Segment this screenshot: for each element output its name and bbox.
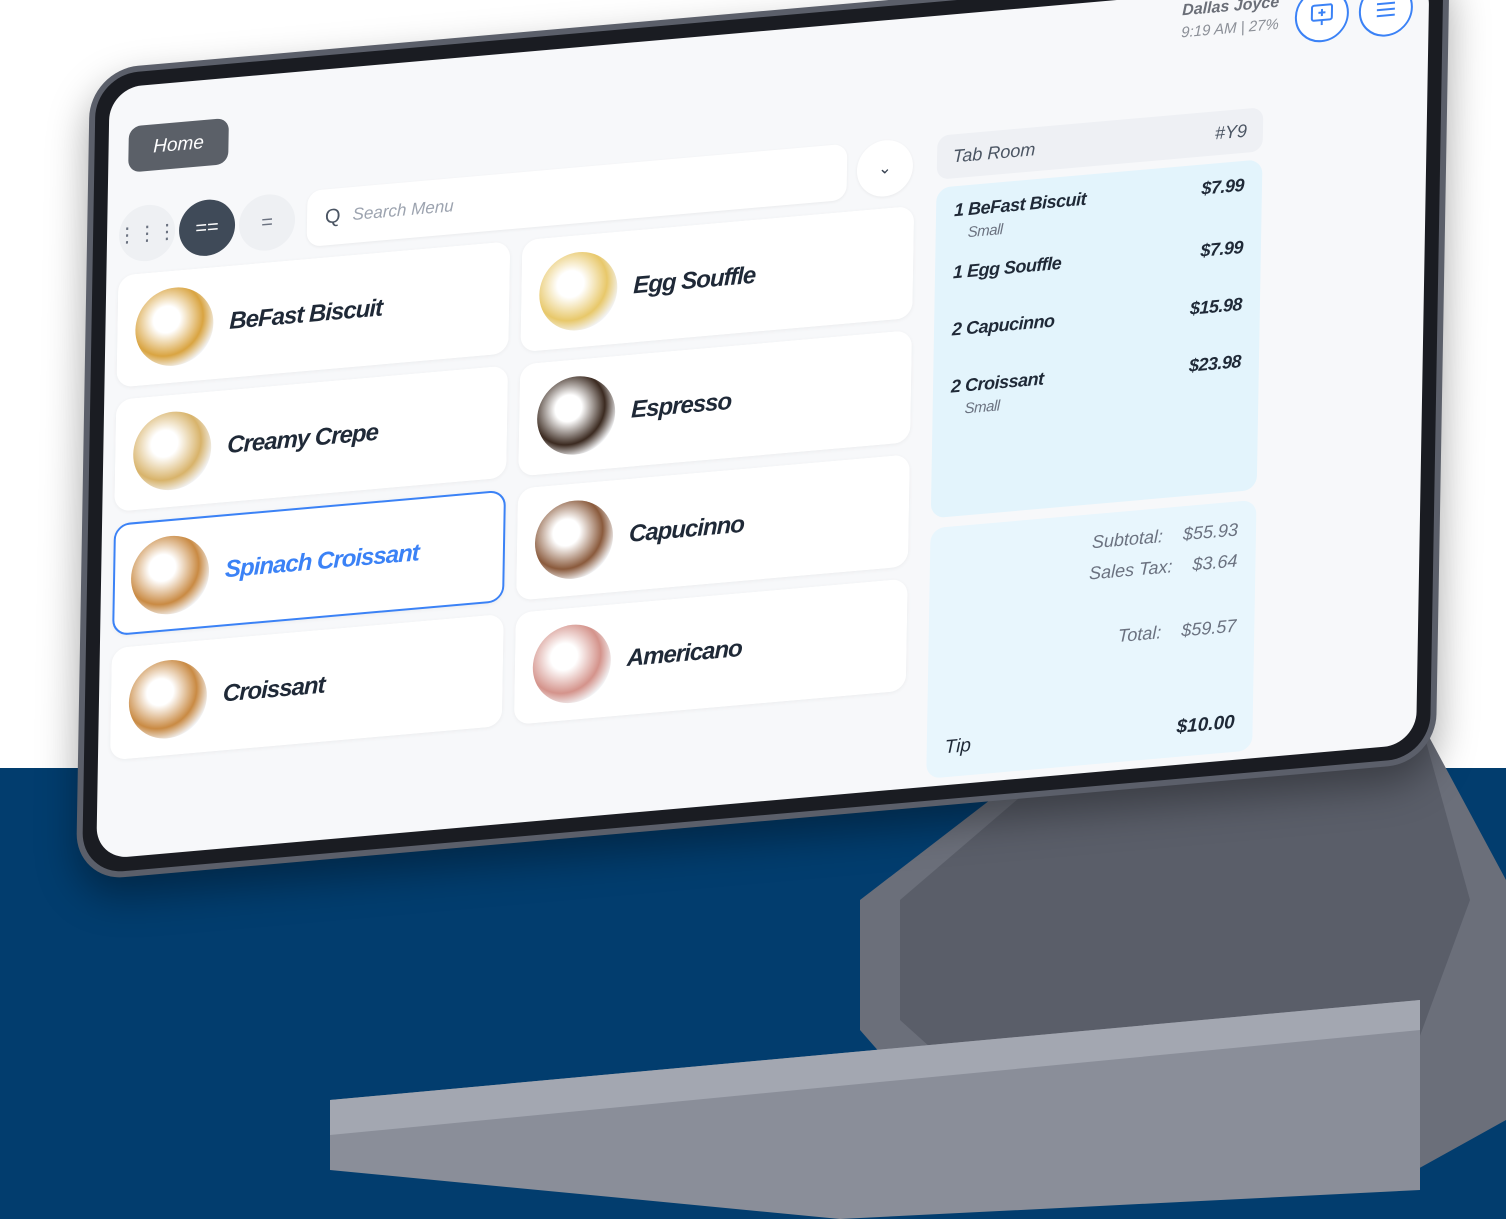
monitor-plus-icon <box>1310 3 1334 26</box>
line-price: $7.99 <box>1200 236 1244 261</box>
menu-item-label: Creamy Crepe <box>226 418 379 460</box>
menu-grid: BeFast Biscuit Egg Souffle Creamy Crepe Esp… <box>109 205 915 761</box>
line-qty: 1 <box>953 199 964 221</box>
tip-label: Tip <box>944 734 972 759</box>
ticket-line[interactable]: 2 Croissant Small $23.98 <box>950 351 1241 418</box>
menu-item-tile[interactable]: Croissant <box>109 613 504 761</box>
line-modifier: Small <box>967 221 1003 242</box>
tip-row[interactable]: Tip $10.00 <box>945 712 1235 759</box>
category-dropdown[interactable]: ⌄ <box>856 137 914 199</box>
tablet-bezel: Home Dallas Joyce 9:19 AM | 27% ⋮⋮⋮ == =… <box>81 0 1444 875</box>
line-name: Capucinno <box>965 310 1055 339</box>
list-view-button[interactable]: = <box>238 192 296 254</box>
search-placeholder: Search Menu <box>352 196 454 225</box>
menu-item-tile[interactable]: Creamy Crepe <box>114 365 509 512</box>
line-price: $15.98 <box>1189 294 1243 319</box>
battery-level: 27% <box>1248 15 1279 36</box>
ticket-line[interactable]: 2 Capucinno $15.98 <box>952 294 1242 340</box>
menu-item-label: BeFast Biscuit <box>229 294 383 335</box>
menu-item-tile[interactable]: Capucinno <box>516 454 910 601</box>
ticket-line-desc: 2 Croissant Small <box>950 368 1044 418</box>
list-icon: = <box>261 210 274 234</box>
total-label: Total: <box>1117 622 1162 647</box>
ticket-line[interactable]: 1 BeFast Biscuit Small $7.99 <box>953 174 1245 243</box>
menu-item-tile[interactable]: Americano <box>513 578 908 725</box>
tablet-device: Home Dallas Joyce 9:19 AM | 27% ⋮⋮⋮ == =… <box>75 0 1450 882</box>
menu-item-label: Americano <box>626 634 743 673</box>
menu-item-tile[interactable]: Spinach Croissant <box>112 489 506 637</box>
menu-item-label: Egg Souffle <box>633 261 756 300</box>
line-name: Egg Souffle <box>966 252 1062 282</box>
clock-time: 9:19 AM <box>1181 19 1237 42</box>
chevron-down-icon: ⌄ <box>878 159 892 178</box>
ticket-line-desc: 1 BeFast Biscuit Small <box>953 189 1086 243</box>
main-menu-button[interactable] <box>1358 0 1414 39</box>
view-toggle-group: ⋮⋮⋮ == = <box>116 192 296 264</box>
tiles-icon: == <box>195 215 219 240</box>
total-row: Total: $59.57 <box>946 615 1237 662</box>
menu-item-image <box>536 372 616 458</box>
ticket-room: Tab Room <box>952 138 1036 166</box>
line-qty: 1 <box>952 261 963 283</box>
search-icon: Q <box>324 204 341 228</box>
menu-item-tile[interactable]: Egg Souffle <box>520 205 915 353</box>
line-qty: 2 <box>951 318 962 340</box>
tax-label: Sales Tax: <box>1088 556 1173 584</box>
menu-item-tile[interactable]: Espresso <box>518 329 913 477</box>
total-value: $59.57 <box>1181 615 1237 641</box>
home-button[interactable]: Home <box>128 117 229 173</box>
menu-item-label: Espresso <box>630 387 732 424</box>
line-name: Croissant <box>964 368 1044 396</box>
line-qty: 2 <box>950 375 961 397</box>
menu-item-label: Capucinno <box>628 510 745 548</box>
menu-item-image <box>134 284 215 370</box>
tax-value: $3.64 <box>1192 550 1238 575</box>
ticket-items[interactable]: 1 BeFast Biscuit Small $7.99 1 Egg Souffle $… <box>930 159 1263 519</box>
tip-value: $10.00 <box>1176 711 1235 738</box>
time-battery: 9:19 AM | 27% <box>1181 16 1279 42</box>
dots-grid-icon: ⋮⋮⋮ <box>116 219 178 248</box>
menu-item-image <box>130 532 210 618</box>
ticket-code: #Y9 <box>1214 120 1248 143</box>
menu-item-image <box>532 621 612 707</box>
menu-item-image <box>538 248 618 334</box>
line-modifier: Small <box>964 397 1000 418</box>
tile-view-button[interactable]: == <box>178 197 236 259</box>
menu-item-image <box>128 656 208 742</box>
ticket-line-desc: 2 Capucinno <box>952 310 1055 340</box>
ticket-line[interactable]: 1 Egg Souffle $7.99 <box>953 237 1243 283</box>
hamburger-menu-icon <box>1376 1 1395 18</box>
line-price: $23.98 <box>1188 351 1242 376</box>
ticket-line-desc: 1 Egg Souffle <box>953 253 1062 284</box>
menu-item-label: Croissant <box>222 671 325 708</box>
add-terminal-button[interactable] <box>1294 0 1350 45</box>
subtotal-value: $55.93 <box>1182 519 1239 545</box>
menu-item-image <box>534 497 614 583</box>
menu-item-image <box>132 408 212 494</box>
ticket-summary: Subtotal: $55.93 Sales Tax: $3.64 Total:… <box>926 499 1257 779</box>
user-status: Dallas Joyce 9:19 AM | 27% <box>1181 0 1279 41</box>
menu-item-tile[interactable]: BeFast Biscuit <box>116 241 511 388</box>
subtotal-label: Subtotal: <box>1091 526 1164 553</box>
menu-item-label: Spinach Croissant <box>224 539 419 584</box>
line-price: $7.99 <box>1201 174 1245 199</box>
grid-view-button[interactable]: ⋮⋮⋮ <box>116 202 178 264</box>
pos-screen: Home Dallas Joyce 9:19 AM | 27% ⋮⋮⋮ == =… <box>96 0 1430 860</box>
